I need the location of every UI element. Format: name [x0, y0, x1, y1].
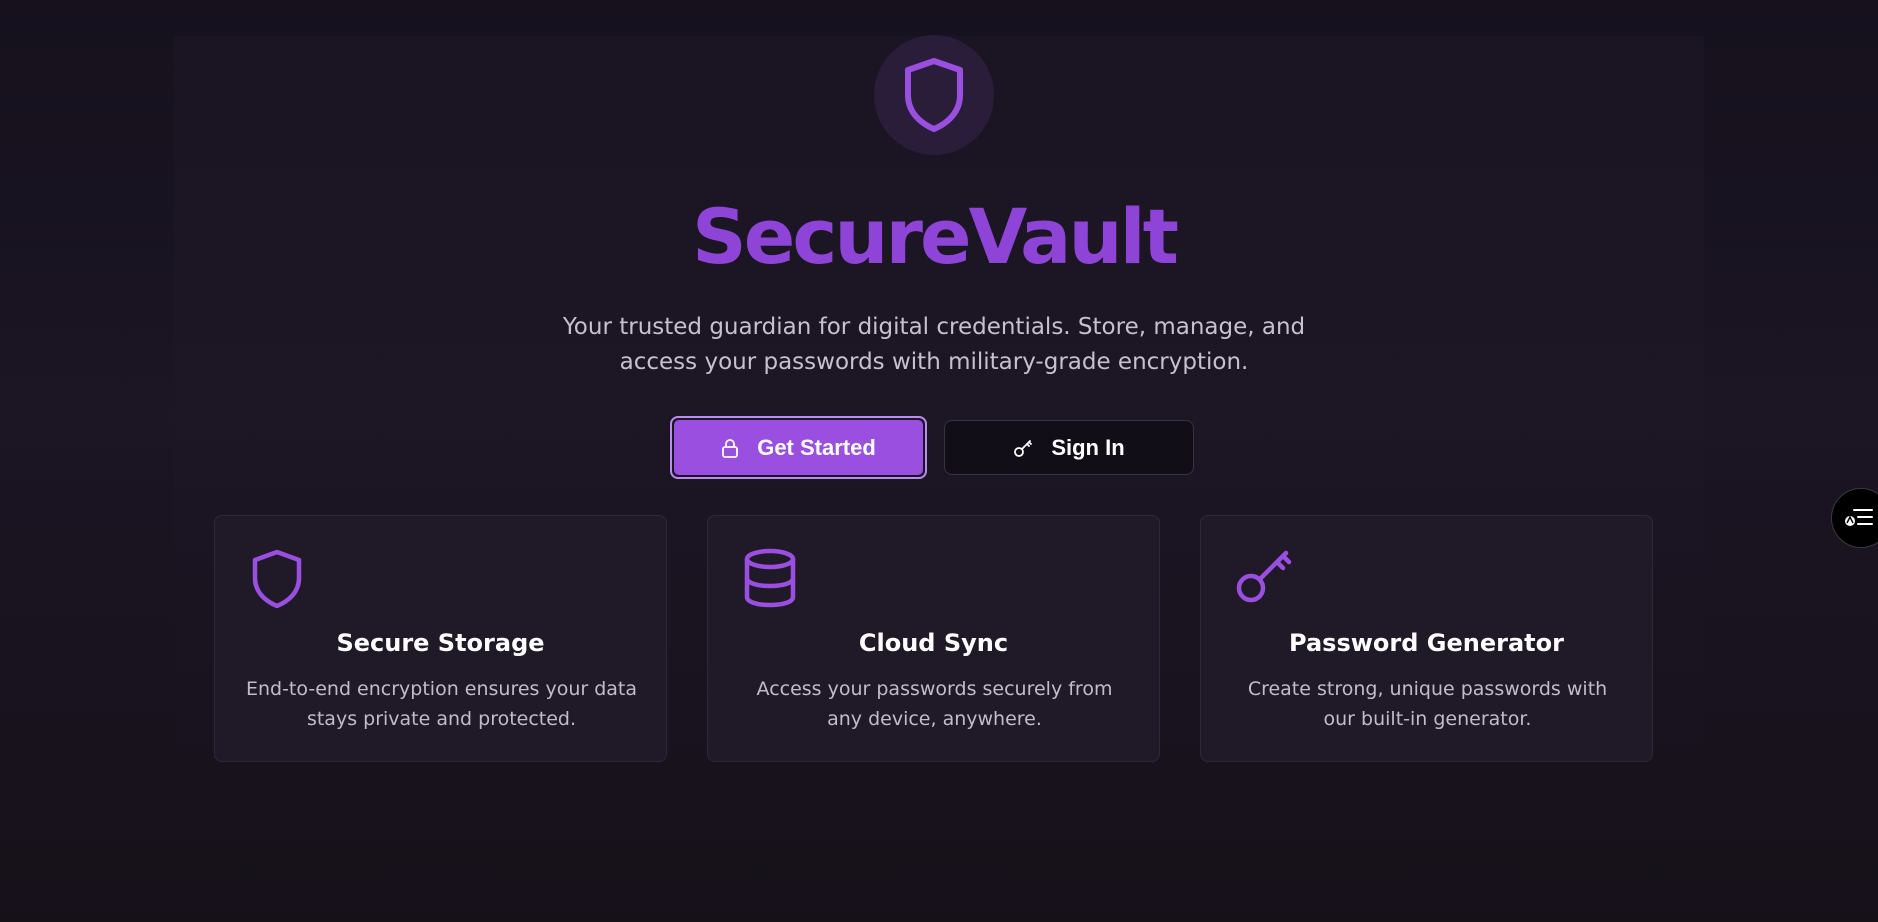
feature-description: Create strong, unique passwords with our… — [1247, 678, 1608, 730]
feature-card-cloud-sync: Cloud Sync Access your passwords securel… — [707, 515, 1160, 762]
key-icon — [1235, 548, 1295, 608]
hero-logo — [874, 35, 994, 155]
feature-description: Access your passwords securely from any … — [756, 678, 1113, 730]
page-title: SecureVault — [692, 192, 1179, 281]
get-started-label: Get Started — [757, 434, 876, 460]
sign-in-button[interactable]: Sign In — [944, 420, 1194, 475]
landing-page: SecureVault Your trusted guardian for di… — [0, 0, 1878, 922]
lock-icon — [722, 438, 739, 458]
shield-icon — [249, 548, 305, 609]
get-started-button[interactable]: Get Started — [670, 416, 927, 479]
list-menu-icon — [1845, 509, 1873, 526]
feature-description: End-to-end encryption ensures your data … — [245, 678, 638, 730]
shield-icon — [905, 58, 963, 132]
feature-card-secure-storage: Secure Storage End-to-end encryption ens… — [214, 515, 667, 762]
get-started-button-body: Get Started — [674, 420, 923, 475]
feature-title: Cloud Sync — [858, 629, 1009, 657]
page-subtitle: Your trusted guardian for digital creden… — [562, 314, 1306, 375]
feature-title: Password Generator — [1289, 629, 1564, 657]
floating-menu-button[interactable] — [1831, 488, 1878, 548]
feature-card-password-generator: Password Generator Create strong, unique… — [1200, 515, 1653, 762]
key-icon — [1014, 439, 1033, 457]
feature-title: Secure Storage — [336, 629, 545, 657]
database-icon — [742, 548, 798, 608]
sign-in-label: Sign In — [1051, 434, 1125, 460]
